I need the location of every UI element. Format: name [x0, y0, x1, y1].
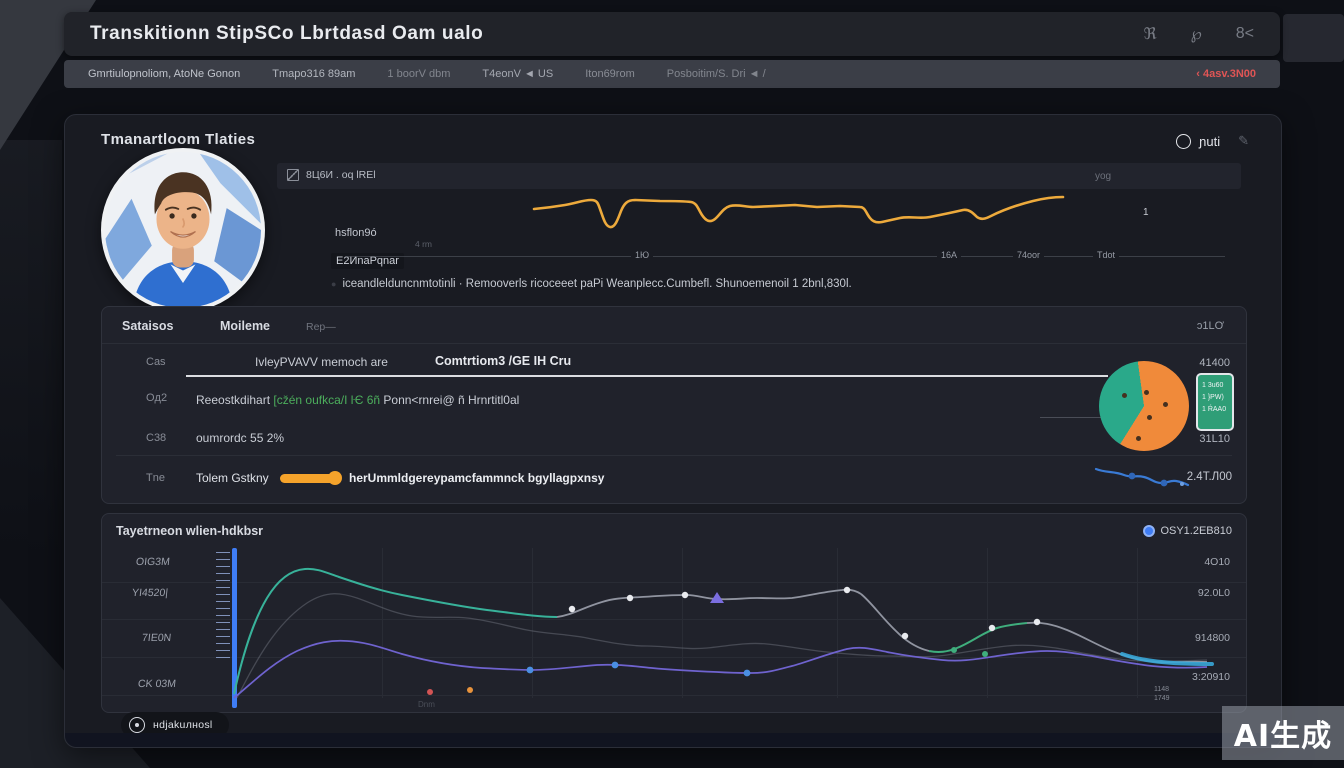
chart-description-text: iceandlelduncnmtotinli · Remooverls rico…: [342, 278, 851, 290]
title-bar-icons: ℜ ℘ 8<: [1144, 24, 1254, 44]
nav-item-2[interactable]: Tmapo316 89am: [272, 68, 355, 80]
row4-text: Tolem Gstkny: [196, 471, 269, 485]
row1-value: 41400: [1199, 357, 1230, 369]
x-tick-4: Tdot: [1093, 250, 1119, 260]
legend-line-1: 1 3u60: [1202, 380, 1228, 392]
chart-meta-right: yog: [1095, 171, 1111, 182]
y-label-1: OIG3M: [135, 556, 170, 568]
progress-bar: [280, 474, 335, 483]
pie-callout-line: [1040, 417, 1102, 418]
axis-note: 4 rm: [415, 239, 432, 249]
legend-line-2: 1 }PW): [1202, 392, 1228, 404]
timeseries-badge-label: OSY1.2EB810: [1160, 525, 1232, 537]
watermark: AI生成: [1222, 706, 1344, 760]
avatar[interactable]: [101, 148, 265, 312]
chart-meta-label: 8Ц6И . oq lREl: [306, 169, 376, 181]
card-footer-band: [65, 733, 1281, 747]
row4-key: Tne: [146, 472, 165, 484]
pie-dot: [1144, 390, 1149, 395]
status-table: Sataisos Moileme Rep— ɔ1LƠ Cas IvleyPVAV…: [101, 306, 1247, 504]
table-header-value: ɔ1LƠ: [1197, 320, 1224, 332]
chart-point-marker: 1: [1143, 207, 1149, 218]
x-tick-3: 74oor: [1013, 250, 1044, 260]
main-card: Tmanartloom Tlaties ɲuti ✎: [64, 114, 1282, 748]
edit-icon[interactable]: ✎: [1238, 133, 1249, 149]
row4-note: herUmmldgereypamcfammnck bgyllagpxnsy: [349, 471, 604, 485]
sparkline-blue: [1094, 463, 1190, 491]
bullet-icon: ●: [331, 279, 336, 289]
row2-text: Reeostkdihart: [196, 393, 273, 407]
nav-bar: Gmrtiulopnoliom, AtoNe Gonon Tmapo316 89…: [64, 60, 1280, 88]
refresh-circle-icon: [1176, 134, 1191, 149]
ornament-icon-3[interactable]: 8<: [1236, 25, 1254, 43]
row3-text: oumrordc 55 2%: [196, 431, 284, 445]
y-label-2: YI4520|: [131, 587, 168, 599]
row1-text: IvleyPVAVV memoch are: [255, 355, 388, 369]
badge-circle-icon: [1143, 525, 1155, 537]
pie-dot: [1136, 436, 1141, 441]
pie-dot: [1122, 393, 1127, 398]
corner-line-2: 1749: [1154, 695, 1170, 704]
multi-line-chart: [227, 548, 1227, 708]
chart-meta: 8Ц6И . oq lREl: [287, 169, 376, 181]
row1-key: Cas: [146, 356, 166, 368]
x-tick-2: 16A: [937, 250, 961, 260]
progress-bar-cap: [328, 471, 342, 485]
app-title: Transkitionn StipSCo Lbrtdasd Oam ualo: [90, 23, 483, 45]
refresh-label: ɲuti: [1199, 134, 1220, 149]
dashboard-screen: Transkitionn StipSCo Lbrtdasd Oam ualo ℜ…: [0, 0, 1344, 768]
record-icon: [129, 717, 145, 733]
divider: [116, 455, 1232, 456]
row1-text2: Comtrtiom3 /GE IH Cru: [435, 354, 571, 368]
card-title: Tmanartloom Tlaties: [101, 131, 255, 148]
pie-dot: [1163, 402, 1168, 407]
nav-alert-value: ‹ 4asv.3N00: [1196, 68, 1256, 80]
title-bar: Transkitionn StipSCo Lbrtdasd Oam ualo ℜ…: [64, 12, 1280, 56]
footer-tab-label: нdjakuлнosl: [153, 719, 213, 731]
nav-item-1[interactable]: Gmrtiulopnoliom, AtoNe Gonon: [88, 68, 240, 80]
corner-line-1: 1148: [1154, 686, 1170, 695]
x-axis-note: Dnm: [418, 700, 435, 709]
y-label-3: 7IE0N: [141, 632, 171, 644]
timeseries-title: Tayetrneon wlien-hdkbsr: [116, 524, 263, 538]
timeseries-badge[interactable]: OSY1.2EB810: [1143, 525, 1232, 537]
ornament-icon-1[interactable]: ℜ: [1144, 24, 1157, 44]
row3-key: C38: [146, 432, 166, 444]
row3-value: 31L10: [1199, 433, 1230, 445]
background-shape: [0, 140, 62, 560]
nav-item-5[interactable]: Iton69rom: [585, 68, 635, 80]
chart-type-icon: [287, 169, 299, 181]
nav-item-3[interactable]: 1 boorV dbm: [387, 68, 450, 80]
table-header-col1[interactable]: Sataisos: [122, 319, 173, 333]
row2-key: Oд2: [146, 392, 167, 404]
table-header-col2-dim: Rep—: [306, 321, 336, 333]
pie-dot: [1147, 415, 1152, 420]
background-shape: [1283, 14, 1344, 62]
row2-content: Reeostkdihart [cžén oufkca/I ŀЄ 6ñ Ponn<…: [196, 391, 519, 409]
row4-value: 2.4T.Л00: [1187, 471, 1232, 483]
series-label-1[interactable]: hsflon9ó: [335, 227, 377, 239]
chart-corner-label: 1148 1749: [1154, 686, 1170, 704]
timeseries-panel: Tayetrneon wlien-hdkbsr OSY1.2EB810 OIG3…: [101, 513, 1247, 713]
pie-chart: [1099, 361, 1189, 451]
chart-description: ● iceandlelduncnmtotinli · Remooverls ri…: [331, 278, 852, 290]
ornament-icon-2[interactable]: ℘: [1191, 24, 1202, 44]
nav-item-6[interactable]: Posboitim/S. Dri ◄ /: [667, 68, 766, 80]
avatar-image: [105, 152, 261, 308]
legend-line-3: 1 ŔAA0: [1202, 404, 1228, 416]
pie-legend: 1 3u60 1 }PW) 1 ŔAA0: [1196, 373, 1234, 431]
table-header-col2[interactable]: Moileme: [220, 319, 270, 333]
nav-item-4[interactable]: T4eonV ◄ US: [482, 68, 553, 80]
line-chart-yellow: [525, 193, 1085, 245]
row2-text2: Ponn<rnrei@ ñ Hrnrtitl0al: [383, 393, 519, 407]
refresh-control[interactable]: ɲuti ✎: [1176, 133, 1249, 149]
x-tick-1: 1Ю: [631, 250, 653, 260]
divider: [102, 343, 1246, 344]
y-label-4: CK 03M: [137, 678, 176, 690]
row2-green-text[interactable]: [cžén oufkca/I ŀЄ 6ñ: [273, 393, 383, 407]
highlight-rule: [186, 375, 1108, 377]
